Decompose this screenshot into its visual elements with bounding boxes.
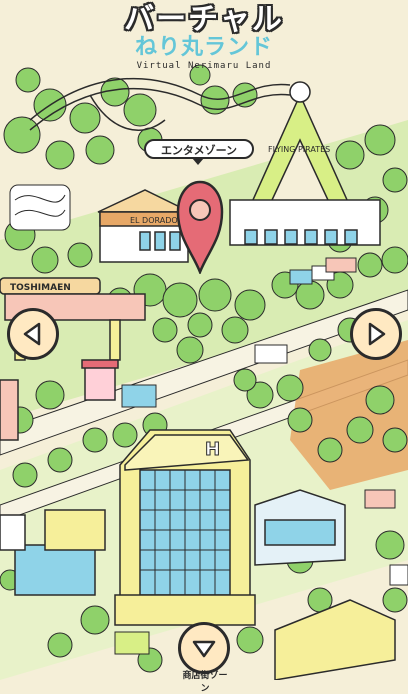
toshimaen-sign: TOSHIMAEN xyxy=(10,283,71,293)
el-dorado-sign: EL DORADO xyxy=(130,216,178,225)
area-label-entertainment-zone[interactable]: エンタメゾーン xyxy=(144,139,254,165)
flying-pirates-sign: FLYING PIRATES xyxy=(268,145,330,154)
location-pin-icon[interactable] xyxy=(174,180,226,276)
chevron-down-icon xyxy=(192,640,216,658)
nav-down-label: 商店街ゾーン xyxy=(182,671,228,694)
nav-left-button[interactable] xyxy=(7,308,59,360)
svg-text:H: H xyxy=(205,439,220,460)
nav-right-button[interactable] xyxy=(350,308,402,360)
chevron-right-icon xyxy=(368,322,386,346)
chevron-left-icon xyxy=(23,322,41,346)
nav-down-button[interactable] xyxy=(178,622,230,674)
park-map-illustration[interactable]: FLYING PIRATES EL DORADO TOSHIMAEN H xyxy=(0,0,408,680)
